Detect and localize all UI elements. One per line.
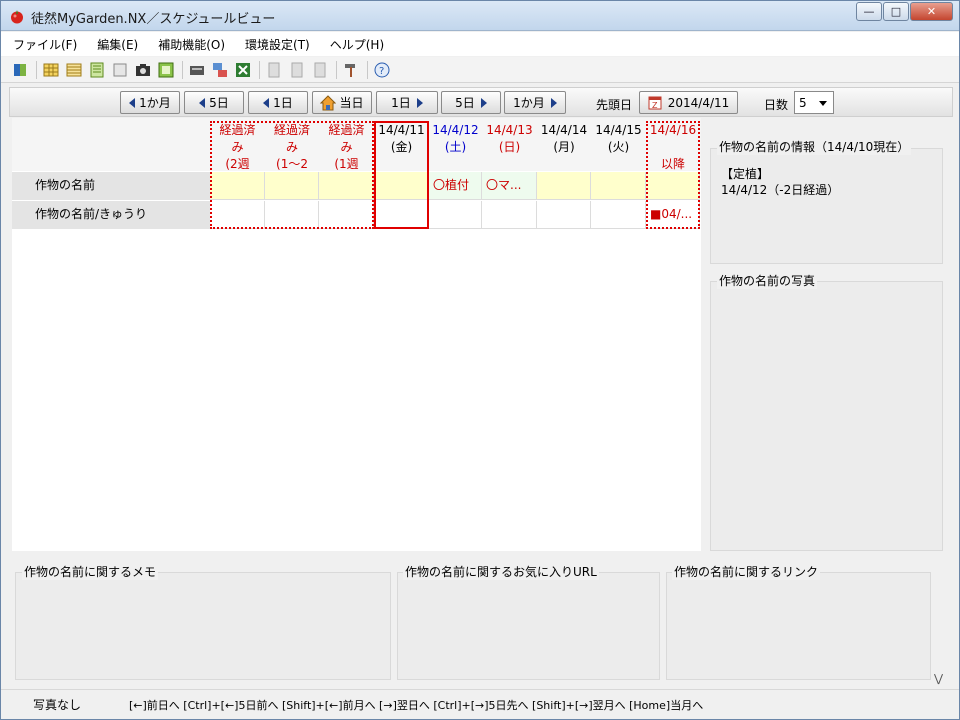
book-icon[interactable] [11, 61, 29, 79]
prev-day-button[interactable]: 1日 [248, 91, 308, 114]
info-line2: 14/4/12（-2日経過） [721, 183, 840, 197]
camera-icon[interactable] [134, 61, 152, 79]
photo-status: 写真なし [33, 698, 82, 712]
app-window: 徒然MyGarden.NX／スケジュールビュー — □ ✕ ファイル(F) 編集… [0, 0, 960, 720]
url-panel-title: 作物の名前に関するお気に入りURL [403, 563, 599, 580]
start-date-label: 先頭日 [596, 98, 633, 112]
maximize-icon[interactable]: □ [883, 2, 909, 21]
list-icon[interactable] [88, 61, 106, 79]
days-label: 日数 [764, 98, 789, 112]
status-bar: 写真なし [←]前日へ [Ctrl]+[←]5日前へ [Shift]+[←]前月… [1, 689, 959, 719]
excel-icon[interactable] [234, 61, 252, 79]
green-grid-icon[interactable] [157, 61, 175, 79]
arrow-left-icon [129, 97, 136, 108]
days-select[interactable]: 5 [794, 91, 834, 114]
help-icon[interactable]: ? [373, 61, 391, 79]
link-panel[interactable] [666, 572, 931, 680]
date-navigation-bar: 1か月 5日 1日 当日 1日 5日 1か月 先頭日 Z 2014/4/11 日… [9, 87, 953, 117]
past-period-highlight [210, 121, 374, 229]
column-header-line1: 14/4/12 [432, 123, 479, 137]
prev-5-days-button[interactable]: 5日 [184, 91, 244, 114]
menu-bar: ファイル(F) 編集(E) 補助機能(O) 環境設定(T) ヘルプ(H) [1, 32, 959, 56]
grid-icon[interactable] [42, 61, 60, 79]
column-header-line2: (月) [553, 140, 575, 154]
svg-text:?: ? [379, 66, 384, 77]
menu-settings[interactable]: 環境設定(T) [245, 36, 310, 53]
column-header[interactable]: 14/4/13 (日) [482, 122, 537, 171]
minimize-icon[interactable]: — [856, 2, 882, 21]
next-day-button[interactable]: 1日 [376, 91, 438, 114]
menu-edit[interactable]: 編集(E) [97, 36, 138, 53]
schedule-cell[interactable] [537, 172, 591, 200]
link-panel-title: 作物の名前に関するリンク [672, 563, 821, 580]
note-icon[interactable] [111, 61, 129, 79]
future-period-highlight [646, 121, 700, 229]
network-icon[interactable] [211, 61, 229, 79]
row-label[interactable]: 作物の名前/きゅうり [12, 201, 210, 229]
arrow-right-icon [416, 97, 423, 108]
schedule-cell[interactable]: 〇植付 [429, 172, 482, 200]
schedule-grid: 経過済み (2週 経過済み (1～2 経過済み (1週 14/4/11 (金) 14/4/12(… [12, 118, 701, 551]
arrow-right-icon [550, 97, 557, 108]
collapse-icon[interactable]: ⋁ [934, 672, 943, 685]
toolbar: ? [1, 57, 959, 83]
calendar-icon: Z [648, 96, 662, 110]
column-header-line1: 14/4/14 [540, 123, 588, 137]
column-header-line3 [591, 156, 646, 171]
column-header-line3 [429, 156, 482, 171]
memo-panel-title: 作物の名前に関するメモ [22, 563, 159, 580]
window-title: 徒然MyGarden.NX／スケジュールビュー [31, 12, 276, 27]
next-month-button[interactable]: 1か月 [504, 91, 566, 114]
column-header[interactable]: 14/4/12 (土) [429, 122, 482, 171]
schedule-cell[interactable] [591, 201, 646, 229]
column-header-line1: 14/4/15 [595, 123, 642, 137]
next-5-days-button[interactable]: 5日 [441, 91, 501, 114]
arrow-right-icon [480, 97, 487, 108]
title-bar[interactable]: 徒然MyGarden.NX／スケジュールビュー — □ ✕ [1, 1, 959, 31]
column-header-line3 [482, 156, 537, 171]
prev-month-button[interactable]: 1か月 [120, 91, 180, 114]
arrow-left-icon [199, 97, 206, 108]
photo-panel[interactable] [710, 281, 943, 551]
svg-text:Z: Z [652, 101, 658, 110]
schedule-cell[interactable] [591, 172, 646, 200]
doc-disabled-icon[interactable] [265, 61, 283, 79]
hammer-icon[interactable] [342, 61, 360, 79]
info-panel-title: 作物の名前の情報（14/4/10現在） [717, 138, 912, 155]
schedule-cell[interactable] [537, 201, 591, 229]
column-header[interactable]: 14/4/15 (火) [591, 122, 646, 171]
start-date-picker[interactable]: Z 2014/4/11 [639, 91, 738, 114]
column-header-line3 [537, 156, 591, 171]
chevron-down-icon [819, 101, 827, 106]
column-header-line2: (日) [498, 140, 521, 154]
table-icon[interactable] [65, 61, 83, 79]
card-icon[interactable] [188, 61, 206, 79]
menu-tools[interactable]: 補助機能(O) [158, 36, 225, 53]
row-label[interactable]: 作物の名前 [12, 172, 210, 200]
column-header-line1: 14/4/13 [486, 123, 533, 137]
memo-panel[interactable] [15, 572, 391, 680]
url-panel[interactable] [397, 572, 660, 680]
info-line1: 【定植】 [721, 167, 770, 181]
schedule-cell[interactable] [429, 201, 482, 229]
schedule-cell[interactable]: 〇マ... [482, 172, 537, 200]
doc3-disabled-icon[interactable] [311, 61, 329, 79]
shortcut-hints: [←]前日へ [Ctrl]+[←]5日前へ [Shift]+[←]前月へ [→]… [129, 699, 704, 712]
column-header[interactable]: 14/4/14 (月) [537, 122, 591, 171]
today-button[interactable]: 当日 [312, 91, 372, 114]
photo-panel-title: 作物の名前の写真 [717, 272, 818, 289]
doc2-disabled-icon[interactable] [288, 61, 306, 79]
arrow-left-icon [263, 97, 270, 108]
schedule-cell[interactable] [482, 201, 537, 229]
tomato-icon [11, 10, 23, 24]
column-header-line2: (火) [607, 140, 630, 154]
selected-day-highlight [374, 121, 429, 229]
info-panel: 【定植】 14/4/12（-2日経過） [710, 148, 943, 264]
column-header-line2: (土) [444, 140, 467, 154]
close-icon[interactable]: ✕ [910, 2, 953, 21]
home-icon [320, 94, 337, 110]
menu-file[interactable]: ファイル(F) [13, 36, 77, 53]
menu-help[interactable]: ヘルプ(H) [330, 36, 384, 53]
